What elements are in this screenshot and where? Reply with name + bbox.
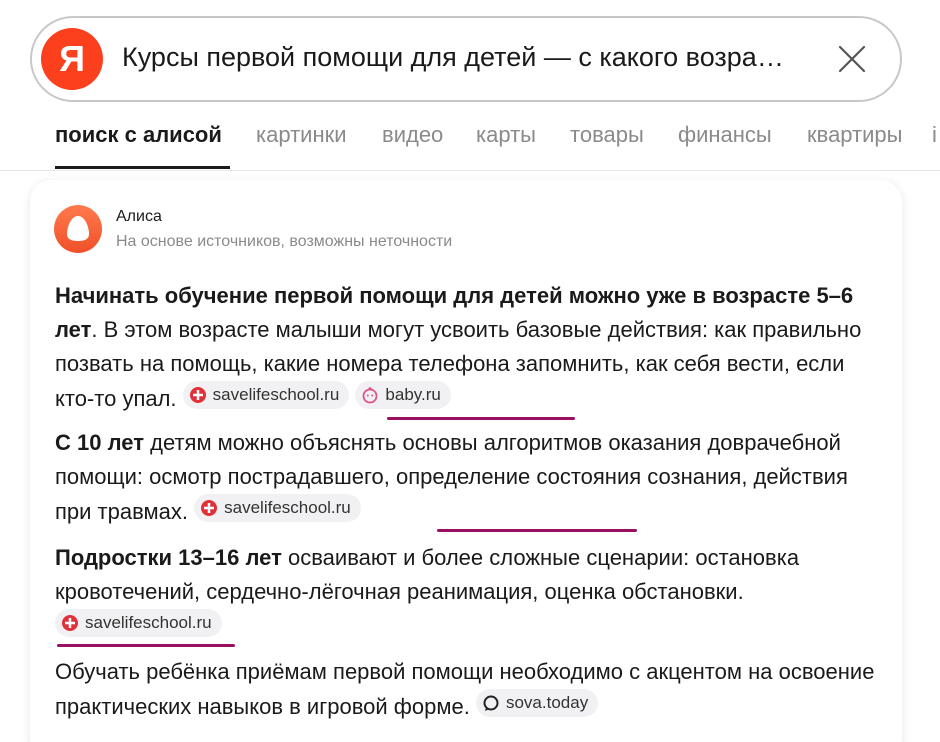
source-chip[interactable]: sova.today bbox=[475, 689, 599, 717]
divider bbox=[0, 170, 940, 171]
search-bar[interactable]: Я Курсы первой помощи для детей — с како… bbox=[30, 16, 902, 102]
alisa-icon bbox=[54, 205, 102, 253]
alisa-name: Алиса bbox=[116, 208, 162, 225]
source-label: savelifeschool.ru bbox=[85, 613, 212, 632]
answer-paragraph: Подростки 13–16 лет осваивают и более сл… bbox=[55, 541, 885, 644]
search-input[interactable]: Курсы первой помощи для детей — с какого… bbox=[122, 42, 784, 73]
yandex-logo[interactable]: Я bbox=[41, 28, 103, 90]
annotation-underline bbox=[437, 529, 637, 532]
answer-paragraph: С 10 лет детям можно объяснять основы ал… bbox=[55, 426, 885, 529]
source-label: savelifeschool.ru bbox=[224, 498, 351, 517]
baby-icon bbox=[363, 387, 378, 404]
active-tab-indicator bbox=[55, 166, 230, 169]
savelifeschool-icon bbox=[201, 500, 218, 516]
answer-paragraph: Обучать ребёнка приёмам первой помощи не… bbox=[55, 655, 885, 724]
source-label: sova.today bbox=[505, 693, 589, 712]
tab-finance[interactable]: финансы bbox=[678, 122, 772, 148]
answer-text: . В этом возрасте малыши могут усвоить б… bbox=[55, 317, 862, 411]
answer-text: детям можно объяснять основы алгоритмов … bbox=[55, 430, 848, 524]
source-chip[interactable]: baby.ru bbox=[355, 381, 451, 409]
close-icon[interactable] bbox=[836, 43, 868, 75]
answer-highlight: Подростки 13–16 лет bbox=[55, 545, 282, 570]
answer-text: Обучать ребёнка приёмам первой помощи не… bbox=[55, 659, 875, 719]
savelifeschool-icon bbox=[189, 387, 206, 403]
tab-alisa-search[interactable]: поиск с алисой bbox=[55, 122, 222, 148]
source-chip[interactable]: savelifeschool.ru bbox=[194, 494, 361, 522]
source-label: baby.ru bbox=[385, 385, 441, 404]
tab-more[interactable]: і bbox=[932, 122, 937, 148]
answer-paragraph: Начинать обучение первой помощи для дете… bbox=[55, 279, 885, 416]
annotation-underline bbox=[57, 644, 235, 647]
alisa-disclaimer: На основе источников, возможны неточност… bbox=[116, 233, 453, 250]
tab-realty[interactable]: квартиры bbox=[807, 122, 902, 148]
sova-icon bbox=[483, 695, 499, 711]
tab-images[interactable]: картинки bbox=[256, 122, 347, 148]
tab-video[interactable]: видео bbox=[382, 122, 443, 148]
tab-maps[interactable]: карты bbox=[476, 122, 536, 148]
source-label: savelifeschool.ru bbox=[212, 385, 340, 404]
source-chip[interactable]: savelifeschool.ru bbox=[182, 381, 350, 409]
annotation-underline bbox=[387, 417, 575, 420]
savelifeschool-icon bbox=[62, 615, 78, 631]
tab-goods[interactable]: товары bbox=[570, 122, 644, 148]
source-chip[interactable]: savelifeschool.ru bbox=[55, 609, 222, 637]
search-tabs: поиск с алисой картинки видео карты това… bbox=[0, 118, 940, 170]
answer-highlight: С 10 лет bbox=[55, 430, 144, 455]
